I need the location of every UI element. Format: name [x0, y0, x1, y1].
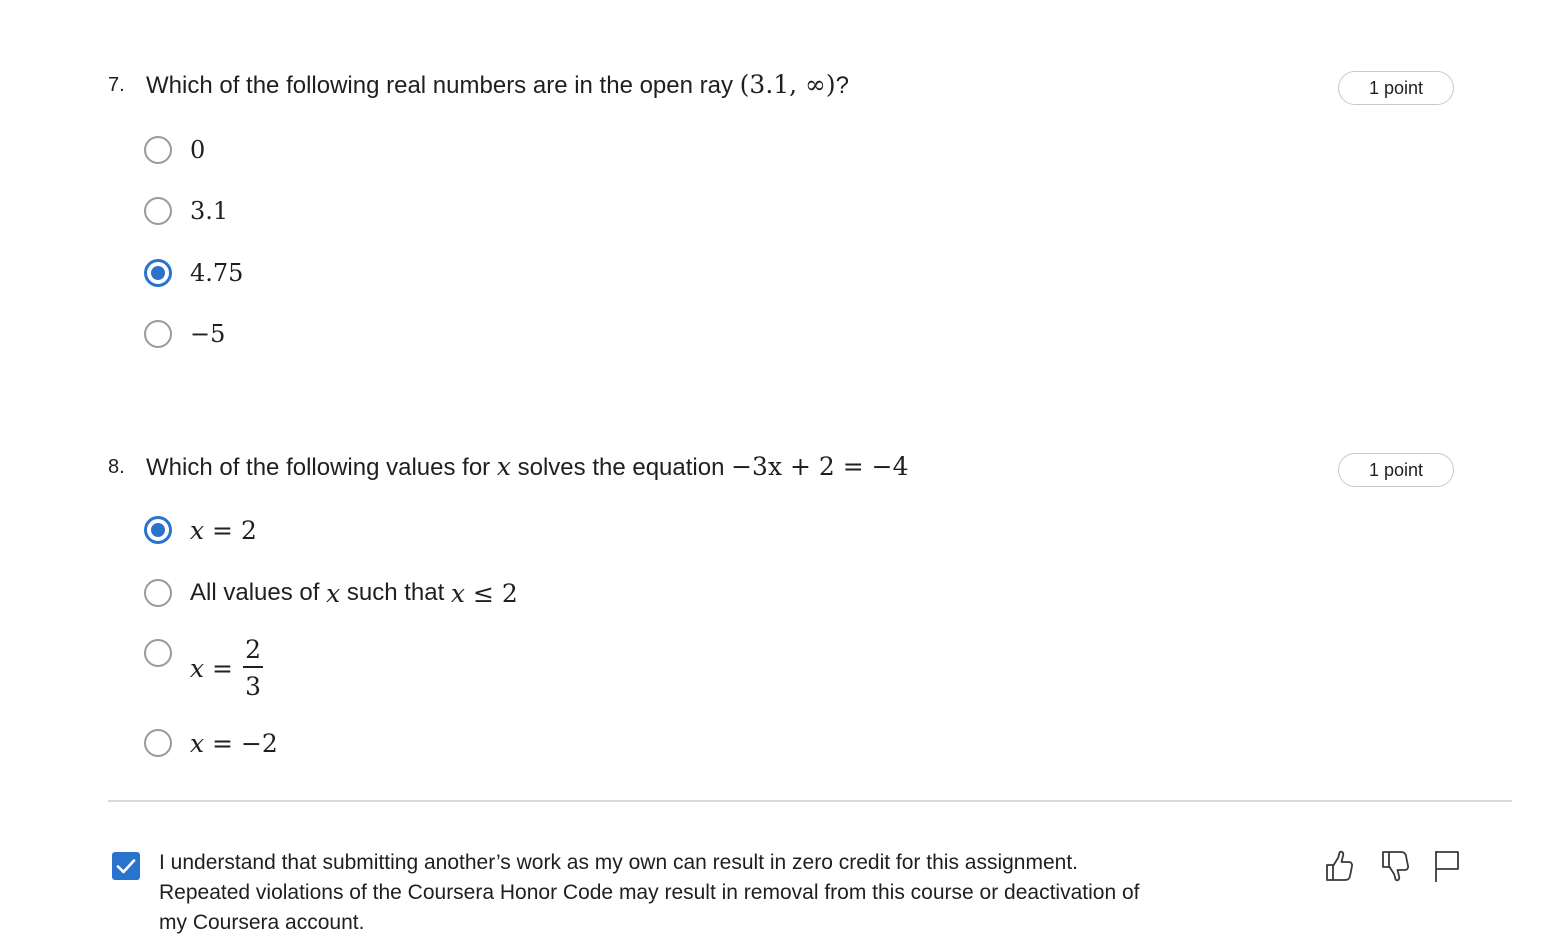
- answer-option[interactable]: x = 2: [144, 513, 257, 547]
- option-variable: x: [190, 653, 205, 683]
- option-label: 0: [190, 136, 206, 164]
- honor-code-text: I understand that submitting another’s w…: [159, 851, 1140, 934]
- option-rhs: = 2: [204, 515, 257, 545]
- radio-button[interactable]: [144, 729, 172, 757]
- question-text-middle: solves the equation: [510, 454, 732, 481]
- question-text-prefix: Which of the following values for: [146, 454, 497, 481]
- question-math: (3.1, ∞): [739, 70, 836, 99]
- option-rhs: ≤ 2: [465, 578, 518, 608]
- answer-option[interactable]: −5: [144, 317, 225, 351]
- question-equation: −3x + 2 = −4: [731, 452, 909, 481]
- fraction-numerator: 2: [245, 635, 261, 664]
- question-text-prefix: Which of the following real numbers are …: [146, 72, 740, 99]
- question-text-suffix: ?: [835, 72, 849, 99]
- answer-option[interactable]: 0: [144, 133, 205, 167]
- option-label: x = −2: [190, 729, 278, 758]
- option-variable: x: [190, 515, 205, 545]
- question-text: Which of the following real numbers are …: [146, 70, 849, 100]
- option-text-b: such that: [340, 579, 451, 606]
- points-badge: 1 point: [1338, 71, 1454, 105]
- option-variable: x: [190, 728, 205, 758]
- option-rhs: = −2: [204, 728, 278, 758]
- option-label: 4.75: [190, 259, 244, 287]
- radio-button[interactable]: [144, 197, 172, 225]
- radio-button[interactable]: [144, 136, 172, 164]
- option-label: −5: [190, 320, 226, 348]
- question-variable: x: [496, 452, 511, 481]
- radio-button[interactable]: [144, 579, 172, 607]
- radio-button[interactable]: [144, 639, 172, 667]
- option-eq: =: [204, 653, 234, 683]
- fraction: 2 3: [243, 635, 264, 701]
- option-label: x = 2 3: [190, 635, 264, 701]
- option-text-a: All values of: [190, 579, 327, 606]
- thumbs-up-icon[interactable]: [1321, 848, 1357, 884]
- option-label: 3.1: [190, 197, 229, 225]
- answer-option[interactable]: x = 2 3: [144, 636, 264, 699]
- answer-option[interactable]: 3.1: [144, 194, 228, 228]
- radio-button-selected[interactable]: [144, 516, 172, 544]
- answer-option[interactable]: 4.75: [144, 256, 243, 290]
- radio-button-selected[interactable]: [144, 259, 172, 287]
- radio-button[interactable]: [144, 320, 172, 348]
- flag-icon[interactable]: [1428, 848, 1464, 884]
- question-text: Which of the following values for x solv…: [146, 452, 909, 482]
- question-number: 8.: [108, 456, 125, 478]
- question-number: 7.: [108, 74, 125, 96]
- thumbs-down-icon[interactable]: [1377, 848, 1413, 884]
- checkmark-icon: [116, 859, 136, 874]
- option-variable: x: [450, 578, 466, 608]
- answer-option[interactable]: x = −2: [144, 726, 278, 760]
- points-badge: 1 point: [1338, 453, 1454, 487]
- answer-option[interactable]: All values of x such that x ≤ 2: [144, 576, 518, 610]
- option-variable: x: [326, 578, 341, 608]
- honor-code-checkbox[interactable]: [112, 852, 140, 880]
- option-label: All values of x such that x ≤ 2: [190, 579, 518, 608]
- fraction-denominator: 3: [245, 672, 261, 701]
- option-label: x = 2: [190, 516, 257, 545]
- divider: [108, 800, 1512, 802]
